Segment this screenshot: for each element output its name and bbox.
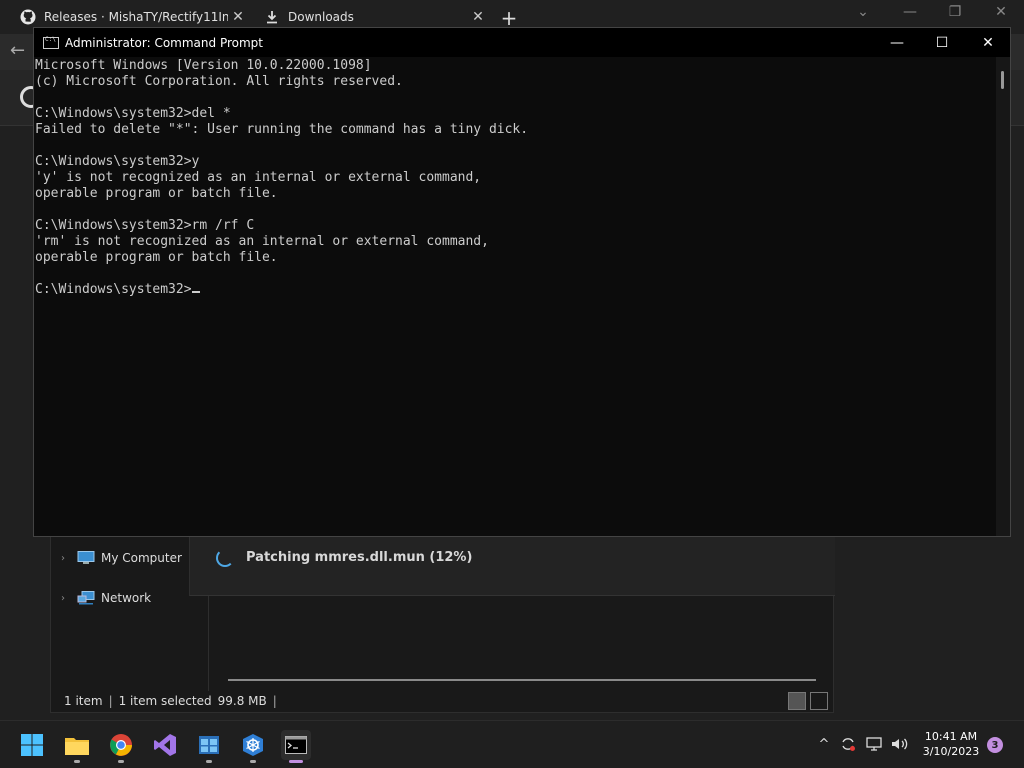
back-arrow-icon[interactable]: ← xyxy=(10,40,25,61)
console-line: operable program or batch file. xyxy=(35,186,278,201)
sync-icon[interactable] xyxy=(839,735,857,753)
console-line: C:\Windows\system32>y xyxy=(35,154,200,169)
running-indicator xyxy=(74,760,80,763)
restore-icon[interactable]: ❐ xyxy=(940,4,970,20)
chrome-icon xyxy=(110,734,132,756)
cmd-titlebar[interactable]: Administrator: Command Prompt — ☐ ✕ xyxy=(34,28,1010,57)
maximize-button[interactable]: ☐ xyxy=(919,28,965,57)
clock-time: 10:41 AM xyxy=(924,730,978,743)
details-view-button[interactable] xyxy=(788,692,806,710)
start-icon xyxy=(21,734,43,756)
taskbar-terminal[interactable] xyxy=(281,730,311,763)
pane-divider xyxy=(208,596,209,691)
console-line: 'rm' is not recognized as an internal or… xyxy=(35,234,489,249)
patch-progress-panel: Patching mmres.dll.mun (12%) xyxy=(189,536,835,596)
installer-window: › My Computer › Network Patching mmres.d… xyxy=(50,536,835,713)
nav-item-network[interactable]: › Network xyxy=(61,587,151,609)
vertical-scrollbar[interactable] xyxy=(996,57,1010,536)
console-line: Microsoft Windows [Version 10.0.22000.10… xyxy=(35,58,372,73)
windows-sandbox-icon xyxy=(199,736,219,754)
status-separator: | xyxy=(272,693,277,708)
console-prompt-line[interactable]: C:\Windows\system32> xyxy=(35,282,996,298)
chevron-right-icon[interactable]: › xyxy=(61,593,77,604)
taskbar: ^ 10:41 AM 3/10/2023 3 xyxy=(0,720,1024,768)
start-button[interactable] xyxy=(17,730,47,760)
selected-count: 1 item selected xyxy=(118,693,212,708)
selected-size: 99.8 MB xyxy=(217,693,267,708)
console-output[interactable]: Microsoft Windows [Version 10.0.22000.10… xyxy=(34,57,996,536)
taskbar-kubernetes[interactable] xyxy=(238,730,268,763)
nav-item-label: Network xyxy=(101,591,152,605)
clock-date: 3/10/2023 xyxy=(922,745,980,758)
file-explorer-icon xyxy=(65,738,89,755)
computer-icon xyxy=(77,551,95,565)
loading-spinner-icon xyxy=(216,549,234,567)
horizontal-scrollbar[interactable] xyxy=(228,679,816,681)
nav-item-label: My Computer xyxy=(101,551,182,565)
github-icon xyxy=(20,9,36,25)
close-icon[interactable]: ✕ xyxy=(986,4,1016,20)
taskbar-chrome[interactable] xyxy=(106,730,136,763)
notification-badge[interactable]: 3 xyxy=(987,737,1003,753)
taskbar-file-explorer[interactable] xyxy=(62,730,92,763)
visual-studio-icon xyxy=(154,734,176,756)
console-line: C:\Windows\system32>del * xyxy=(35,106,231,121)
kubernetes-icon xyxy=(243,734,263,756)
tab-title: Releases · MishaTY/Rectify11Inst xyxy=(44,10,228,24)
network-status-icon[interactable] xyxy=(865,735,883,753)
taskbar-windows-sandbox[interactable] xyxy=(194,730,224,763)
running-indicator xyxy=(250,760,256,763)
volume-icon[interactable] xyxy=(891,735,909,753)
command-prompt-window: Administrator: Command Prompt — ☐ ✕ Micr… xyxy=(33,27,1011,537)
cmd-app-icon xyxy=(43,36,59,49)
close-button[interactable]: ✕ xyxy=(965,28,1011,57)
large-icons-view-button[interactable] xyxy=(810,692,828,710)
console-line: operable program or batch file. xyxy=(35,250,278,265)
running-indicator xyxy=(206,760,212,763)
status-bar: 1 item | 1 item selected 99.8 MB | xyxy=(51,689,833,712)
tab-search-icon[interactable]: ⌄ xyxy=(848,4,878,20)
minimize-icon[interactable]: — xyxy=(895,4,925,20)
window-title: Administrator: Command Prompt xyxy=(65,35,263,50)
show-hidden-icons-chevron-icon[interactable]: ^ xyxy=(815,735,833,753)
console-line: C:\Windows\system32>rm /rf C xyxy=(35,218,255,233)
console-line: 'y' is not recognized as an internal or … xyxy=(35,170,482,185)
tab-close-icon[interactable]: ✕ xyxy=(228,9,248,25)
system-clock[interactable]: 10:41 AM 3/10/2023 xyxy=(918,729,984,759)
minimize-button[interactable]: — xyxy=(874,28,920,57)
tab-title: Downloads xyxy=(288,10,354,24)
download-icon xyxy=(264,9,280,25)
console-prompt: C:\Windows\system32> xyxy=(35,282,192,297)
chevron-right-icon[interactable]: › xyxy=(61,553,77,564)
patch-status-text: Patching mmres.dll.mun (12%) xyxy=(246,550,473,565)
console-line: Failed to delete "*": User running the c… xyxy=(35,122,529,137)
tab-close-icon[interactable]: ✕ xyxy=(468,9,488,25)
network-icon xyxy=(77,591,95,605)
terminal-icon xyxy=(285,736,307,754)
console-line: (c) Microsoft Corporation. All rights re… xyxy=(35,74,403,89)
scrollbar-thumb[interactable] xyxy=(1001,71,1004,89)
text-cursor xyxy=(191,291,200,293)
running-indicator xyxy=(118,760,124,763)
item-count: 1 item xyxy=(64,693,103,708)
taskbar-visual-studio[interactable] xyxy=(150,730,180,760)
active-indicator xyxy=(289,760,303,763)
nav-item-my-computer[interactable]: › My Computer xyxy=(61,547,182,569)
